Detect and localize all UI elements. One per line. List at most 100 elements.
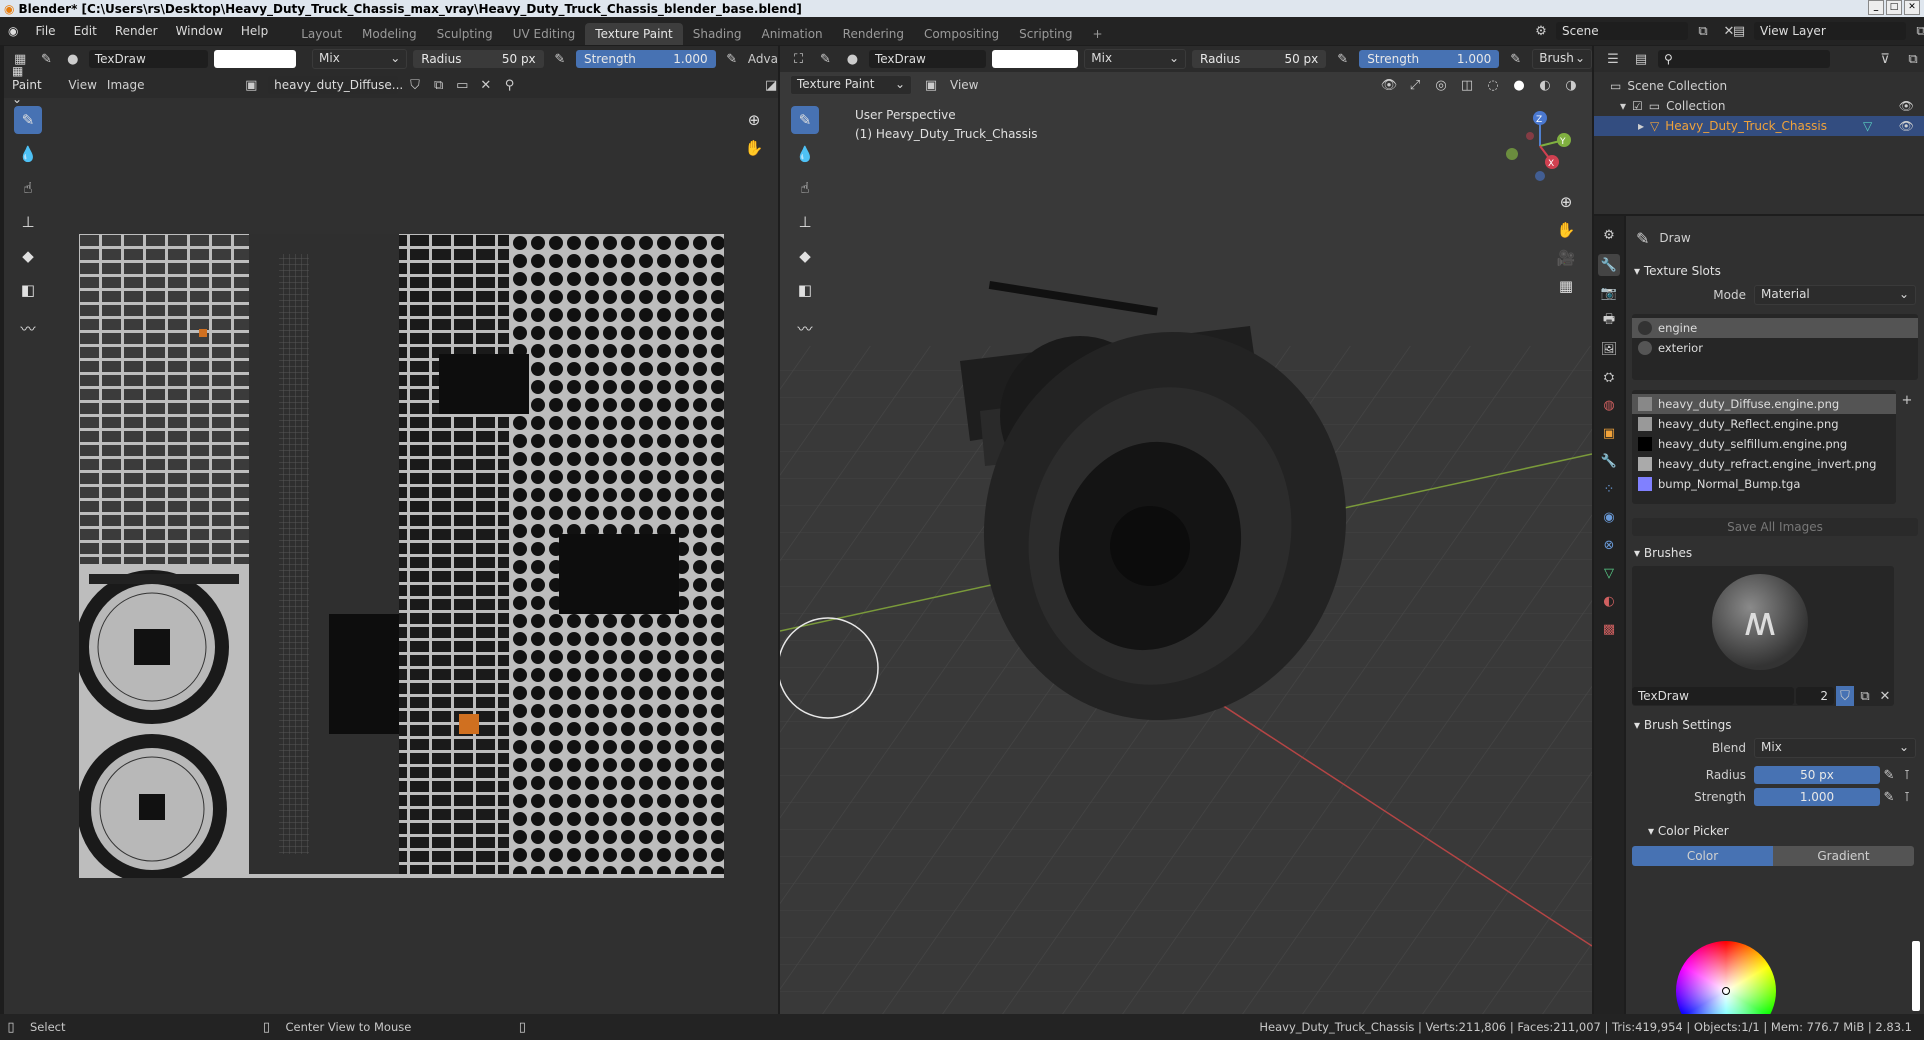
blend-mode-dropdown[interactable]: Mix ⌄ — [312, 49, 408, 69]
viewport-clone-tool-icon[interactable]: ⊥ — [791, 208, 819, 236]
menu-file[interactable]: File — [26, 17, 64, 45]
expand-arrow-icon[interactable]: ▸ — [1638, 119, 1644, 133]
outliner-search-input[interactable]: ⚲ — [1658, 50, 1830, 68]
clone-tool-icon[interactable]: ⊥ — [14, 208, 42, 236]
image-slot-reflect[interactable]: heavy_duty_Reflect.engine.png — [1632, 414, 1896, 434]
tab-animation[interactable]: Animation — [751, 23, 832, 45]
viewport-pan-icon[interactable]: ✋ — [1552, 216, 1580, 244]
viewport-radius-pressure-icon[interactable]: ✎ — [1332, 49, 1353, 69]
gizmo-toggle-icon[interactable]: ⤢ — [1404, 75, 1426, 95]
physics-props-icon[interactable]: ◉ — [1598, 506, 1620, 528]
viewport-soften-tool-icon[interactable]: 💧 — [791, 140, 819, 168]
object-props-icon[interactable]: ▣ — [1598, 422, 1620, 444]
view-layer-icon[interactable]: ▤ — [1728, 21, 1750, 41]
radius-slider[interactable]: Radius 50 px — [413, 50, 544, 68]
paint-mode-dropdown[interactable]: ▦ Paint ⌄ — [12, 64, 48, 106]
object-visibility-icon[interactable]: 👁 — [1899, 119, 1914, 133]
radius-unit-icon[interactable]: ⊺ — [1898, 765, 1916, 785]
strength-pressure-icon[interactable]: ✎ — [722, 49, 742, 69]
rendered-shading-icon[interactable]: ◑ — [1560, 75, 1582, 95]
viewport-view-menu[interactable]: View — [950, 78, 978, 92]
pin-icon[interactable]: ⚲ — [503, 75, 517, 95]
viewport-fill-tool-icon[interactable]: ◆ — [791, 242, 819, 270]
brush-unlink-icon[interactable]: ✕ — [1876, 686, 1894, 706]
menu-help[interactable]: Help — [232, 17, 277, 45]
wireframe-shading-icon[interactable]: ◌ — [1482, 75, 1504, 95]
brush-color-swatch[interactable] — [213, 50, 297, 68]
unlink-image-icon[interactable]: ✕ — [479, 75, 493, 95]
view-layer-props-icon[interactable]: 🖼 — [1598, 338, 1620, 360]
new-image-icon[interactable]: ⧉ — [432, 75, 446, 95]
tab-compositing[interactable]: Compositing — [914, 23, 1009, 45]
scene-props-icon[interactable]: ⛭ — [1598, 366, 1620, 388]
uv-texture-image[interactable] — [79, 234, 724, 878]
brush-preview-icon[interactable]: ● — [63, 49, 83, 69]
pan-hand-icon[interactable]: ✋ — [740, 134, 768, 162]
texture-mode-dropdown[interactable]: Material ⌄ — [1754, 285, 1916, 305]
image-slot-selfillum[interactable]: heavy_duty_selfillum.engine.png — [1632, 434, 1896, 454]
world-props-icon[interactable]: ◍ — [1598, 394, 1620, 416]
maximize-button[interactable]: □ — [1886, 0, 1902, 15]
viewport-editor-type-icon[interactable]: ⛶ — [788, 49, 809, 69]
menu-window[interactable]: Window — [167, 17, 232, 45]
solid-shading-icon[interactable]: ● — [1508, 75, 1530, 95]
menu-edit[interactable]: Edit — [65, 17, 106, 45]
material-slot-exterior[interactable]: exterior — [1632, 338, 1918, 358]
image-slot-refract[interactable]: heavy_duty_refract.engine_invert.png — [1632, 454, 1896, 474]
add-workspace-button[interactable]: + — [1083, 23, 1113, 45]
collapse-arrow-icon[interactable]: ▾ — [1620, 99, 1626, 113]
brush-name-field[interactable]: TexDraw — [88, 50, 208, 68]
image-slot-bump[interactable]: bump_Normal_Bump.tga — [1632, 474, 1896, 494]
strength-pen-pressure-icon[interactable]: ✎ — [1880, 787, 1898, 807]
view-menu[interactable]: View — [68, 78, 96, 92]
texture-paint-mode-dropdown[interactable]: Texture Paint ⌄ — [790, 75, 912, 95]
viewport-draw-tool-icon[interactable]: ✎ — [791, 106, 819, 134]
brush-blend-dropdown[interactable]: Mix ⌄ — [1754, 738, 1916, 758]
viewport-annotate-tool-icon[interactable]: 〰 — [791, 314, 819, 342]
xray-toggle-icon[interactable]: ◫ — [1456, 75, 1478, 95]
props-editor-type-icon[interactable]: ⚙ — [1598, 224, 1620, 246]
smear-tool-icon[interactable]: ☝ — [14, 174, 42, 202]
camera-view-icon[interactable]: 🎥 — [1552, 244, 1580, 272]
texture-props-icon[interactable]: ▩ — [1598, 618, 1620, 640]
brush-duplicate-icon[interactable]: ⧉ — [1856, 686, 1874, 706]
mask-tool-icon[interactable]: ◧ — [14, 276, 42, 304]
modifier-props-icon[interactable]: 🔧 — [1598, 450, 1620, 472]
radius-pen-pressure-icon[interactable]: ✎ — [1880, 765, 1898, 785]
3d-viewport[interactable] — [780, 46, 1592, 1014]
viewport-brush-name-field[interactable]: TexDraw — [868, 50, 986, 68]
material-shading-icon[interactable]: ◐ — [1534, 75, 1556, 95]
color-value-slider[interactable] — [1912, 941, 1920, 1011]
brush-settings-header[interactable]: ▾ Brush Settings — [1626, 714, 1924, 736]
tab-uv-editing[interactable]: UV Editing — [503, 23, 586, 45]
close-window-button[interactable]: ✕ — [1904, 0, 1920, 15]
save-all-images-button[interactable]: Save All Images — [1632, 518, 1918, 536]
output-props-icon[interactable]: 🖶 — [1598, 310, 1620, 332]
outliner-scene-collection[interactable]: ▭ Scene Collection — [1594, 76, 1924, 96]
brush-datablock-name[interactable]: TexDraw — [1632, 687, 1794, 705]
constraints-props-icon[interactable]: ⊗ — [1598, 534, 1620, 556]
outliner-collection[interactable]: ▾ ☑ ▭ Collection 👁 — [1594, 96, 1924, 116]
mask-toggle-icon[interactable]: ▣ — [920, 75, 942, 95]
data-props-icon[interactable]: ▽ — [1598, 562, 1620, 584]
brush-preview-area[interactable]: ʍ TexDraw 2 ⛉ ⧉ ✕ — [1632, 566, 1894, 706]
brush-fake-user-icon[interactable]: ⛉ — [1836, 686, 1854, 706]
open-image-icon[interactable]: ▭ — [455, 75, 469, 95]
render-props-icon[interactable]: 📷 — [1598, 282, 1620, 304]
material-props-icon[interactable]: ◐ — [1598, 590, 1620, 612]
color-wheel[interactable] — [1676, 941, 1776, 1014]
brush-menu-dropdown[interactable]: Brush ⌄ — [1532, 49, 1592, 69]
outliner-filter-icon[interactable]: ⊽ — [1874, 49, 1896, 69]
outliner-object-row[interactable]: ▸ ▽ Heavy_Duty_Truck_Chassis ▽ 👁 — [1594, 116, 1924, 136]
blender-menu-icon[interactable]: ◉ — [0, 24, 26, 38]
color-picker-header[interactable]: ▾ Color Picker — [1626, 820, 1924, 842]
tab-texture-paint[interactable]: Texture Paint — [585, 23, 683, 45]
viewport-zoom-icon[interactable]: ⊕ — [1552, 188, 1580, 216]
particles-props-icon[interactable]: ⁘ — [1598, 478, 1620, 500]
texture-slots-header[interactable]: ▾ Texture Slots — [1626, 260, 1924, 282]
new-view-layer-icon[interactable]: ⧉ — [1910, 21, 1924, 41]
gradient-tab[interactable]: Gradient — [1773, 846, 1914, 866]
overlay-toggle-icon[interactable]: ◎ — [1430, 75, 1452, 95]
radius-pressure-icon[interactable]: ✎ — [550, 49, 570, 69]
new-collection-icon[interactable]: ⧉ — [1902, 49, 1924, 69]
